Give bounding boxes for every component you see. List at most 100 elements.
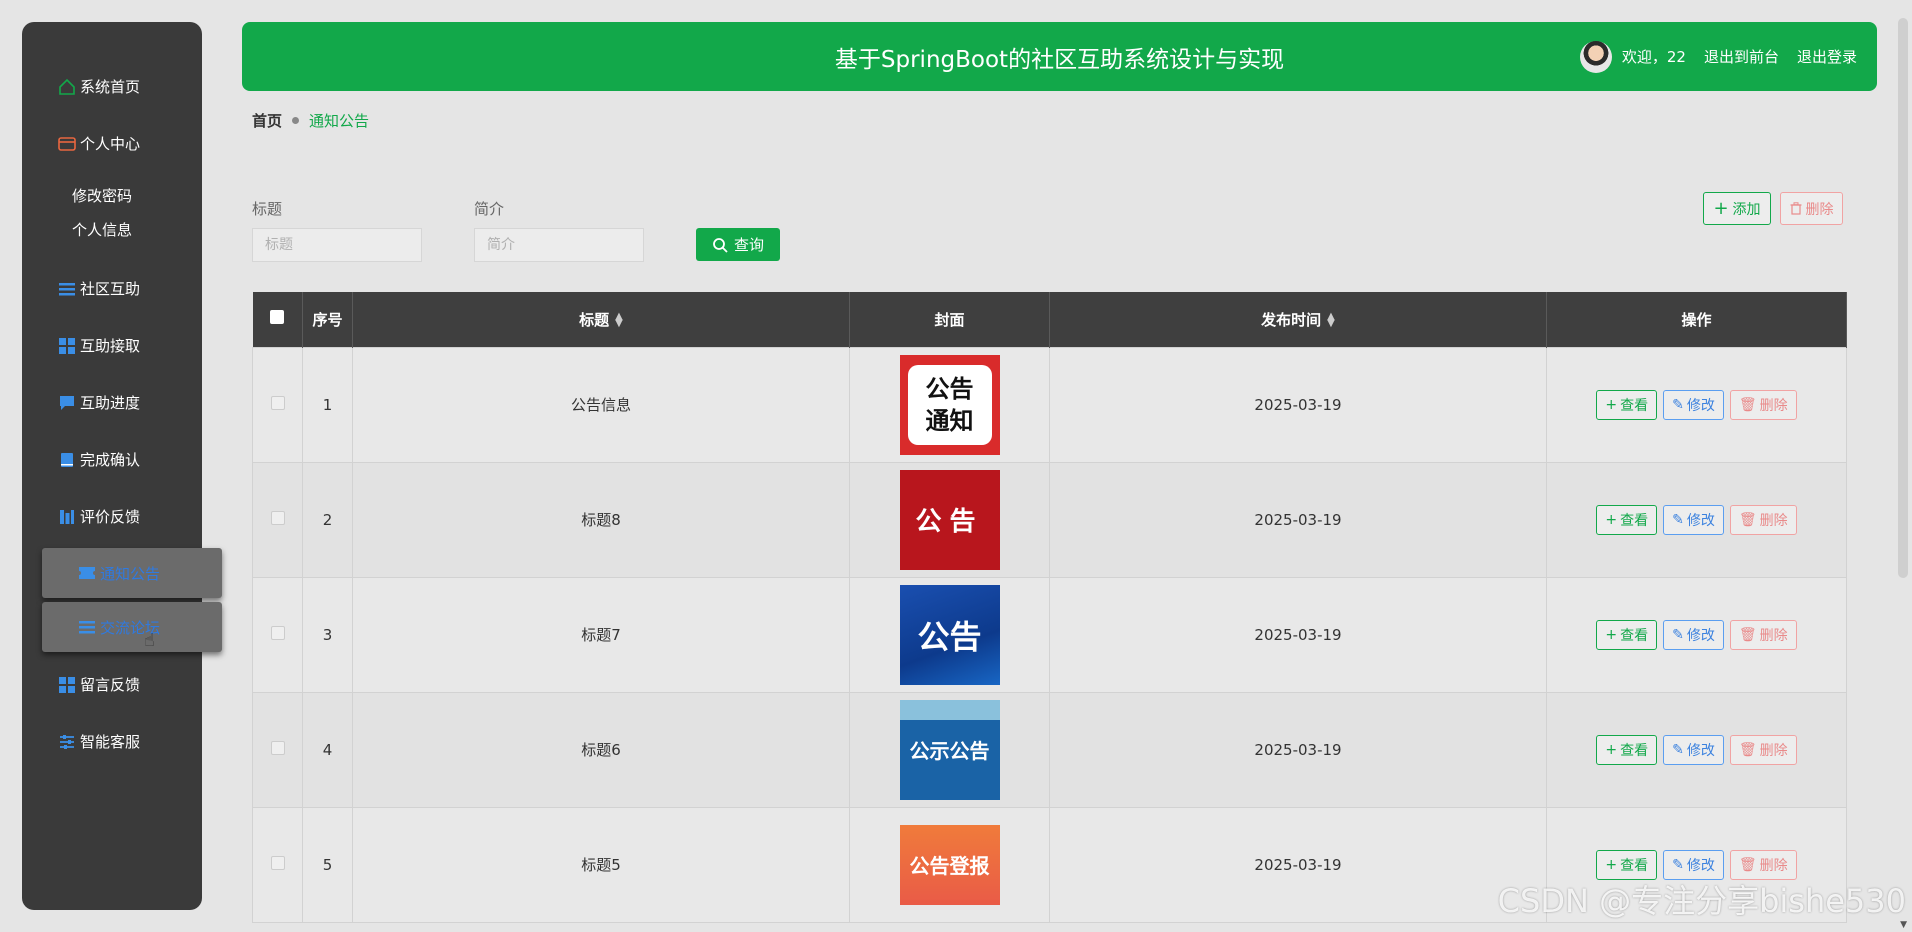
- sidebar-item-community-help[interactable]: 社区互助: [22, 260, 202, 317]
- plus-icon: +: [1713, 197, 1729, 219]
- sidebar-item-label: 智能客服: [80, 733, 141, 751]
- cover-text: 公告登报: [909, 854, 990, 878]
- row-time: 2025-03-19: [1049, 806, 1547, 923]
- ticket-icon: [77, 563, 97, 583]
- row-checkbox[interactable]: [270, 510, 285, 525]
- sidebar-item-label: 留言反馈: [80, 676, 141, 694]
- edit-button[interactable]: ✎ 修改: [1663, 734, 1724, 765]
- exit-to-front-link[interactable]: 退出到前台: [1704, 46, 1779, 67]
- cover-text: 公告: [915, 507, 984, 537]
- sort-icon[interactable]: ▲ ▼: [615, 312, 623, 329]
- query-button[interactable]: 查询: [696, 228, 780, 261]
- page-scrollbar[interactable]: [1898, 18, 1908, 578]
- select-all-cell: [252, 292, 303, 347]
- row-title: 标题6: [352, 691, 850, 808]
- wallet-icon: [57, 134, 77, 154]
- column-header-cover: 封面: [849, 292, 1050, 347]
- row-checkbox[interactable]: [270, 395, 285, 410]
- row-cover-cell: 公告: [849, 576, 1050, 693]
- row-title: 标题8: [352, 461, 850, 578]
- cover-text: 公示公告: [909, 739, 990, 763]
- sidebar-item-forum[interactable]: 交流论坛: [42, 602, 222, 652]
- avatar: [1579, 40, 1612, 73]
- pencil-icon: ✎: [1672, 396, 1684, 413]
- breadcrumb-separator: [292, 117, 300, 124]
- row-index: 5: [302, 806, 353, 923]
- sidebar-item-label: 评价反馈: [80, 508, 141, 526]
- cover-image: 公告通知: [899, 354, 1000, 455]
- intro-search-input[interactable]: [474, 228, 644, 262]
- grid-icon: [57, 675, 77, 695]
- edit-label: 修改: [1686, 512, 1715, 529]
- column-header-time[interactable]: 发布时间 ▲ ▼: [1049, 292, 1547, 347]
- row-title: 标题7: [352, 576, 850, 693]
- sidebar-item-label: 个人中心: [80, 135, 141, 153]
- row-time: 2025-03-19: [1049, 576, 1547, 693]
- view-button[interactable]: + 查看: [1596, 504, 1658, 535]
- grid-icon: [57, 336, 77, 356]
- row-cover-cell: 公告登报: [849, 806, 1050, 923]
- delete-button[interactable]: 🗑 删除: [1729, 849, 1797, 880]
- column-header-title[interactable]: 标题 ▲ ▼: [352, 292, 850, 347]
- plus-icon: +: [1605, 626, 1618, 643]
- sidebar-item-review-feedback[interactable]: 评价反馈: [22, 488, 202, 545]
- row-checkbox[interactable]: [270, 625, 285, 640]
- row-checkbox[interactable]: [270, 855, 285, 870]
- trash-icon: 🗑: [1738, 511, 1757, 528]
- trash-icon: 🗑: [1738, 396, 1757, 413]
- view-button[interactable]: + 查看: [1596, 389, 1658, 420]
- edit-button[interactable]: ✎ 修改: [1663, 389, 1724, 420]
- cover-image: 公告登报: [899, 824, 1000, 905]
- notices-table: 序号 标题 ▲ ▼ 封面 发布时间 ▲ ▼ 操作 1 公告信息 公告通知 2025-03…: [252, 292, 1847, 923]
- pencil-icon: ✎: [1672, 856, 1684, 873]
- sidebar-subitem-profile[interactable]: 个人信息: [22, 212, 202, 246]
- logout-link[interactable]: 退出登录: [1797, 46, 1857, 67]
- view-button[interactable]: + 查看: [1596, 619, 1658, 650]
- delete-button[interactable]: 🗑 删除: [1729, 504, 1797, 535]
- delete-label: 删除: [1759, 512, 1788, 529]
- sidebar-item-help-accept[interactable]: 互助接取: [22, 317, 202, 374]
- table-row: 2 标题8 公告 2025-03-19 + 查看 ✎ 修改 🗑 删除: [252, 461, 1847, 578]
- edit-label: 修改: [1686, 857, 1715, 874]
- delete-button[interactable]: 🗑 删除: [1729, 734, 1797, 765]
- edit-button[interactable]: ✎ 修改: [1663, 619, 1724, 650]
- top-header: 基于SpringBoot的社区互助系统设计与实现 欢迎，22 退出到前台 退出登…: [242, 22, 1877, 91]
- trash-icon: [1790, 202, 1801, 215]
- sidebar-item-notices[interactable]: 通知公告: [42, 548, 222, 598]
- row-cover-cell: 公示公告: [849, 691, 1050, 808]
- sidebar-item-home[interactable]: 系统首页: [22, 58, 202, 115]
- sidebar-item-profile-center[interactable]: 个人中心: [22, 115, 202, 172]
- select-all-checkbox[interactable]: [270, 310, 285, 325]
- home-icon: [57, 77, 77, 97]
- sidebar-subitem-change-password[interactable]: 修改密码: [22, 178, 202, 212]
- title-search-input[interactable]: [252, 228, 422, 262]
- edit-button[interactable]: ✎ 修改: [1663, 849, 1724, 880]
- edit-button[interactable]: ✎ 修改: [1663, 504, 1724, 535]
- sidebar-item-message-feedback[interactable]: 留言反馈: [22, 656, 202, 713]
- row-ops: + 查看 ✎ 修改 🗑 删除: [1546, 691, 1847, 808]
- page-title: 基于SpringBoot的社区互助系统设计与实现: [834, 46, 1285, 73]
- view-button[interactable]: + 查看: [1596, 734, 1658, 765]
- sidebar-item-completion-confirm[interactable]: 完成确认: [22, 431, 202, 488]
- view-button[interactable]: + 查看: [1596, 849, 1658, 880]
- sliders-icon: [57, 732, 77, 752]
- breadcrumb: 首页 通知公告: [252, 110, 369, 131]
- table-header-row: 序号 标题 ▲ ▼ 封面 发布时间 ▲ ▼ 操作: [252, 292, 1847, 347]
- row-checkbox[interactable]: [270, 740, 285, 755]
- row-ops: + 查看 ✎ 修改 🗑 删除: [1546, 576, 1847, 693]
- welcome-text: 欢迎，22: [1621, 48, 1686, 66]
- breadcrumb-home[interactable]: 首页: [252, 110, 282, 131]
- add-button[interactable]: + 添加: [1703, 192, 1771, 225]
- sidebar-item-smart-service[interactable]: 智能客服: [22, 713, 202, 770]
- edit-label: 修改: [1686, 397, 1715, 414]
- delete-button[interactable]: 🗑 删除: [1729, 619, 1797, 650]
- delete-button[interactable]: 🗑 删除: [1729, 389, 1797, 420]
- row-cover-cell: 公告: [849, 461, 1050, 578]
- user-box: 欢迎，22: [1579, 40, 1686, 73]
- row-time: 2025-03-19: [1049, 461, 1547, 578]
- edit-label: 修改: [1686, 627, 1715, 644]
- batch-delete-button[interactable]: 删除: [1780, 192, 1843, 225]
- sort-icon[interactable]: ▲ ▼: [1327, 312, 1335, 329]
- sidebar-item-help-progress[interactable]: 互助进度: [22, 374, 202, 431]
- table-row: 4 标题6 公示公告 2025-03-19 + 查看 ✎ 修改 🗑 删除: [252, 691, 1847, 808]
